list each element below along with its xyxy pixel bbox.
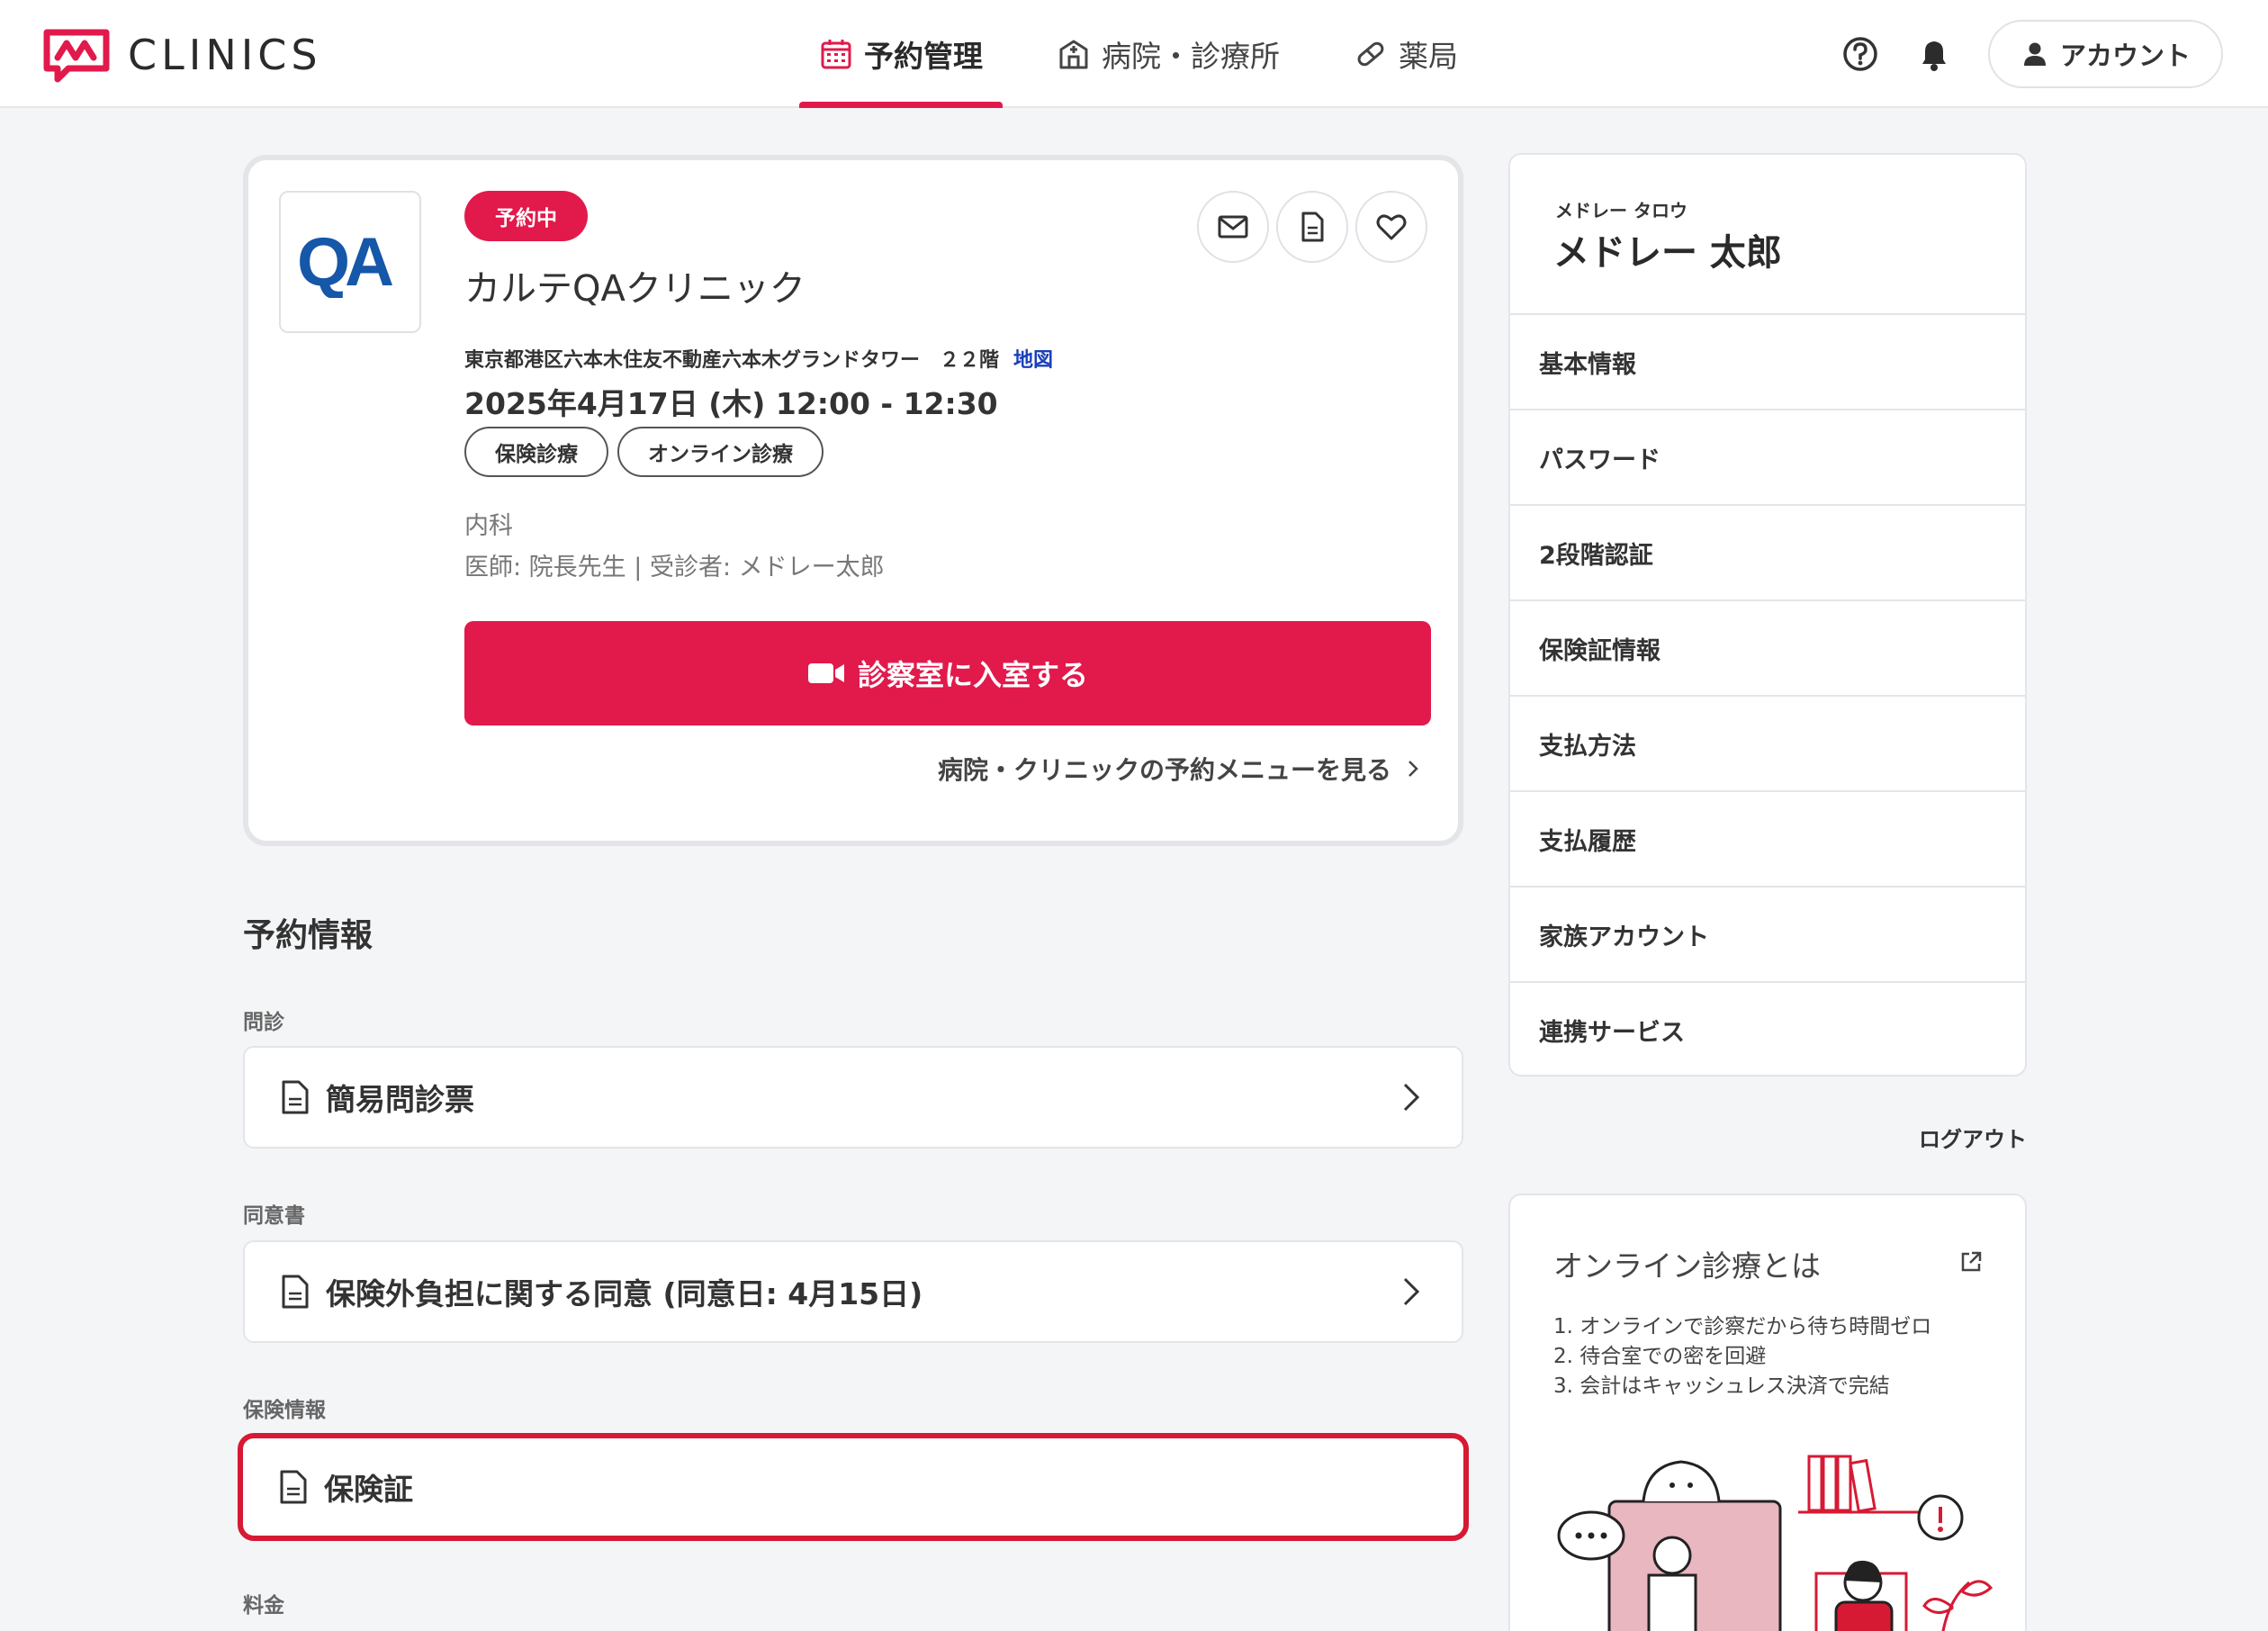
section-label-fee: 料金	[243, 1594, 284, 1617]
main-nav: 予約管理 病院・診療所 薬局	[799, 0, 1512, 108]
promo-point: 2. 待合室での密を回避	[1553, 1345, 1767, 1368]
enter-button-label: 診察室に入室する	[857, 658, 1088, 692]
chevron-right-icon	[1408, 761, 1418, 777]
logout-link[interactable]: ログアウト	[1919, 1122, 2027, 1153]
clinic-address: 東京都港区六本木住友不動産六本木グランドタワー ２２階 地図	[464, 344, 1053, 373]
favorite-button[interactable]	[1355, 191, 1427, 263]
calendar-icon	[821, 40, 851, 69]
nav-reservations[interactable]: 予約管理	[799, 0, 1003, 108]
account-menu: 基本情報 パスワード 2段階認証 保険証情報 支払方法 支払履歴 家族アカウント…	[1510, 313, 2025, 1075]
top-header: CLINICS 予約管理 病院・診療所 薬局 アカウント	[0, 0, 2268, 108]
document-button[interactable]	[1276, 191, 1348, 263]
user-name-kana: メドレー タロウ	[1555, 200, 1688, 221]
promo-title: オンライン診療とは	[1553, 1248, 1821, 1284]
insurance-card-row[interactable]: 保険証	[238, 1433, 1469, 1541]
department: 内科	[464, 512, 513, 540]
bell-icon[interactable]	[1914, 34, 1954, 74]
pill-icon	[1357, 41, 1384, 67]
nav-hospitals[interactable]: 病院・診療所	[1037, 0, 1300, 108]
reservation-datetime: 2025年4月17日 (木) 12:00 - 12:30	[464, 386, 998, 421]
help-icon[interactable]	[1840, 34, 1880, 74]
account-button[interactable]: アカウント	[1987, 20, 2223, 88]
clinics-logo[interactable]: CLINICS	[41, 27, 322, 83]
section-label-consent: 同意書	[243, 1204, 305, 1228]
brand-name: CLINICS	[128, 31, 322, 79]
clinic-logo-image: QA	[297, 226, 398, 298]
row-label: 保険外負担に関する同意 (同意日: 4月15日)	[326, 1276, 923, 1311]
menu-insurance-card[interactable]: 保険証情報	[1510, 599, 2025, 695]
menu-password[interactable]: パスワード	[1510, 409, 2025, 504]
header-actions: アカウント	[1840, 20, 2223, 88]
svg-text:QA: QA	[297, 226, 392, 298]
promo-points: 1. オンラインで診察だから待ち時間ゼロ 2. 待合室での密を回避 3. 会計は…	[1553, 1312, 1931, 1401]
document-icon	[280, 1470, 307, 1504]
section-label-questionnaire: 問診	[243, 1011, 284, 1034]
message-button[interactable]	[1197, 191, 1269, 263]
mail-icon	[1218, 215, 1248, 239]
online-consultation-illustration	[1557, 1455, 1994, 1631]
account-side-panel: メドレー タロウ メドレー 太郎 基本情報 パスワード 2段階認証 保険証情報 …	[1508, 153, 2027, 1077]
menu-linked-services[interactable]: 連携サービス	[1510, 981, 2025, 1075]
promo-point: 3. 会計はキャッシュレス決済で完結	[1553, 1374, 1890, 1398]
menu-link-label: 病院・クリニックの予約メニューを見る	[937, 755, 1391, 785]
document-icon	[282, 1080, 309, 1114]
heart-icon	[1376, 214, 1407, 240]
account-label: アカウント	[2059, 41, 2191, 71]
user-name: メドレー 太郎	[1553, 232, 1782, 274]
enter-exam-room-button[interactable]: 診察室に入室する	[464, 621, 1431, 725]
chevron-right-icon	[1403, 1277, 1420, 1306]
row-label: 簡易問診票	[326, 1082, 474, 1117]
external-link-icon[interactable]	[1958, 1249, 1984, 1275]
clinics-logo-icon	[43, 29, 110, 83]
video-camera-icon	[807, 663, 844, 683]
doctor-patient-line: 医師: 院長先生 | 受診者: メドレー太郎	[464, 554, 885, 581]
tag-insurance: 保険診療	[464, 427, 608, 477]
map-link[interactable]: 地図	[1013, 349, 1053, 372]
chevron-right-icon	[1403, 1083, 1420, 1112]
menu-basic-info[interactable]: 基本情報	[1510, 313, 2025, 409]
menu-payment-method[interactable]: 支払方法	[1510, 695, 2025, 790]
tag-online: オンライン診療	[617, 427, 824, 477]
nav-label: 病院・診療所	[1102, 39, 1280, 74]
menu-family-account[interactable]: 家族アカウント	[1510, 886, 2025, 981]
card-actions	[1190, 191, 1427, 263]
status-badge: 予約中	[464, 191, 588, 241]
nav-label: 予約管理	[864, 39, 983, 74]
reservation-menu-link[interactable]: 病院・クリニックの予約メニューを見る	[938, 751, 1422, 787]
hospital-icon	[1059, 40, 1088, 69]
document-icon	[1301, 212, 1324, 242]
nav-label: 薬局	[1399, 39, 1458, 74]
reservation-card: QA 予約中 カルテQAクリニック 東京都港区六本木住友不動産六本木グランドタワ…	[243, 155, 1463, 846]
promo-point: 1. オンラインで診察だから待ち時間ゼロ	[1553, 1315, 1932, 1338]
clinic-name: カルテQAクリニック	[464, 268, 806, 310]
reservation-info-title: 予約情報	[243, 917, 374, 954]
consent-row[interactable]: 保険外負担に関する同意 (同意日: 4月15日)	[243, 1240, 1463, 1343]
document-icon	[282, 1275, 309, 1309]
section-label-insurance: 保険情報	[243, 1399, 326, 1422]
questionnaire-row[interactable]: 簡易問診票	[243, 1046, 1463, 1149]
menu-payment-history[interactable]: 支払履歴	[1510, 790, 2025, 886]
reservation-tags: 保険診療 オンライン診療	[464, 427, 832, 477]
row-label: 保険証	[324, 1472, 413, 1507]
clinic-logo: QA	[279, 191, 421, 333]
nav-pharmacy[interactable]: 薬局	[1334, 0, 1478, 108]
menu-two-factor[interactable]: 2段階認証	[1510, 504, 2025, 599]
user-icon	[2023, 42, 2046, 66]
address-text: 東京都港区六本木住友不動産六本木グランドタワー ２２階	[464, 349, 1000, 372]
online-consult-promo: オンライン診療とは 1. オンラインで診察だから待ち時間ゼロ 2. 待合室での密…	[1508, 1194, 2027, 1631]
